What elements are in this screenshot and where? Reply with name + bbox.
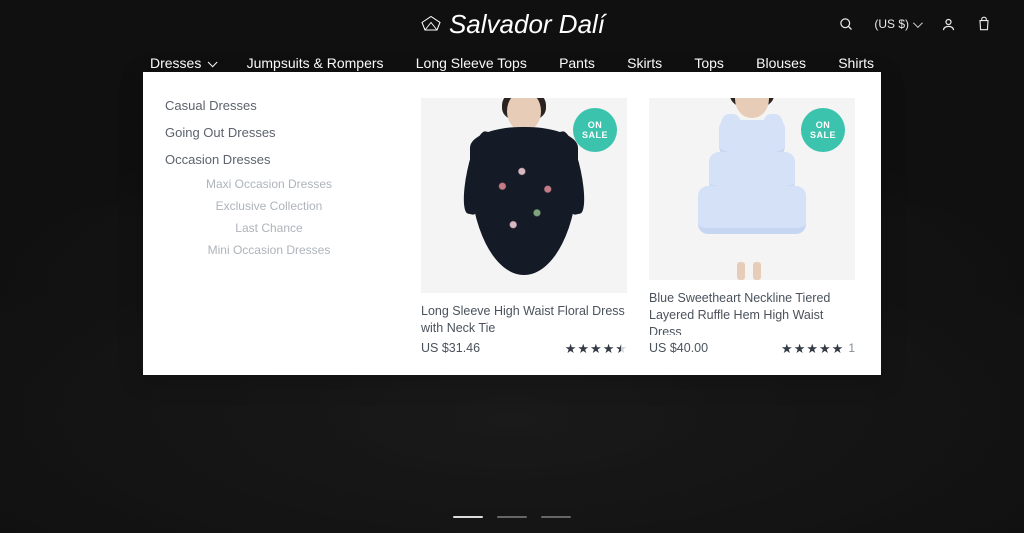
nav-skirts[interactable]: Skirts [627,55,662,71]
cat-occasion[interactable]: Occasion Dresses [165,152,397,167]
star-icon: ★ [577,342,589,355]
nav-longsleeve[interactable]: Long Sleeve Tops [416,55,527,71]
carousel-dot[interactable] [541,516,571,518]
star-icon: ★ [832,342,844,355]
product-rating: ★ ★ ★ ★ ★ 1 [781,341,855,355]
carousel-dot[interactable] [453,516,483,518]
star-icon: ★ [794,342,806,355]
sub-maxi[interactable]: Maxi Occasion Dresses [179,177,359,191]
star-half-icon: ★ [615,342,627,355]
product-image: ON SALE [649,98,855,280]
mega-menu: Casual Dresses Going Out Dresses Occasio… [143,72,881,375]
nav-pants[interactable]: Pants [559,55,595,71]
brand-icon [419,14,443,34]
chevron-down-icon [913,17,920,31]
sub-exclusive[interactable]: Exclusive Collection [179,199,359,213]
featured-products: ON SALE Long Sleeve High Waist Floral Dr… [421,98,855,355]
product-title: Long Sleeve High Waist Floral Dress with… [421,303,627,335]
product-title: Blue Sweetheart Neckline Tiered Layered … [649,290,855,335]
product-price: US $40.00 [649,341,708,355]
product-image: ON SALE [421,98,627,293]
nav-shirts[interactable]: Shirts [838,55,874,71]
review-count: 1 [848,341,855,355]
nav-tops[interactable]: Tops [694,55,724,71]
star-icon: ★ [565,342,577,355]
brand-logo[interactable]: Salvador Dalí [419,9,605,40]
sub-mini[interactable]: Mini Occasion Dresses [179,243,359,257]
nav-jumpsuits[interactable]: Jumpsuits & Rompers [247,55,384,71]
star-icon: ★ [590,342,602,355]
product-rating: ★ ★ ★ ★ ★ [565,342,627,355]
chevron-down-icon [207,55,214,71]
nav-blouses[interactable]: Blouses [756,55,806,71]
currency-selector[interactable]: (US $) [874,17,920,31]
cat-casual[interactable]: Casual Dresses [165,98,397,113]
cat-goingout[interactable]: Going Out Dresses [165,125,397,140]
carousel-indicators [453,516,571,518]
brand-name: Salvador Dalí [449,9,605,40]
nav-label: Dresses [150,55,201,71]
currency-label: (US $) [874,17,909,31]
star-icon: ★ [819,342,831,355]
product-card[interactable]: ON SALE Long Sleeve High Waist Floral Dr… [421,98,627,355]
product-price: US $31.46 [421,341,480,355]
nav-dresses[interactable]: Dresses [150,55,214,71]
sub-lastchance[interactable]: Last Chance [179,221,359,235]
account-icon[interactable] [940,16,956,32]
product-card[interactable]: ON SALE Blue Sweetheart Neckline Tiered … [649,98,855,355]
top-actions: (US $) [838,0,992,48]
mega-categories: Casual Dresses Going Out Dresses Occasio… [165,98,397,355]
star-icon: ★ [781,342,793,355]
bag-icon[interactable] [976,16,992,32]
occasion-subcats: Maxi Occasion Dresses Exclusive Collecti… [165,177,397,257]
star-icon: ★ [806,342,818,355]
sale-badge: ON SALE [801,108,845,152]
star-icon: ★ [603,342,615,355]
product-meta: US $40.00 ★ ★ ★ ★ ★ 1 [649,341,855,355]
search-icon[interactable] [838,16,854,32]
product-meta: US $31.46 ★ ★ ★ ★ ★ [421,341,627,355]
carousel-dot[interactable] [497,516,527,518]
sale-badge: ON SALE [573,108,617,152]
topbar: Salvador Dalí (US $) [0,0,1024,48]
